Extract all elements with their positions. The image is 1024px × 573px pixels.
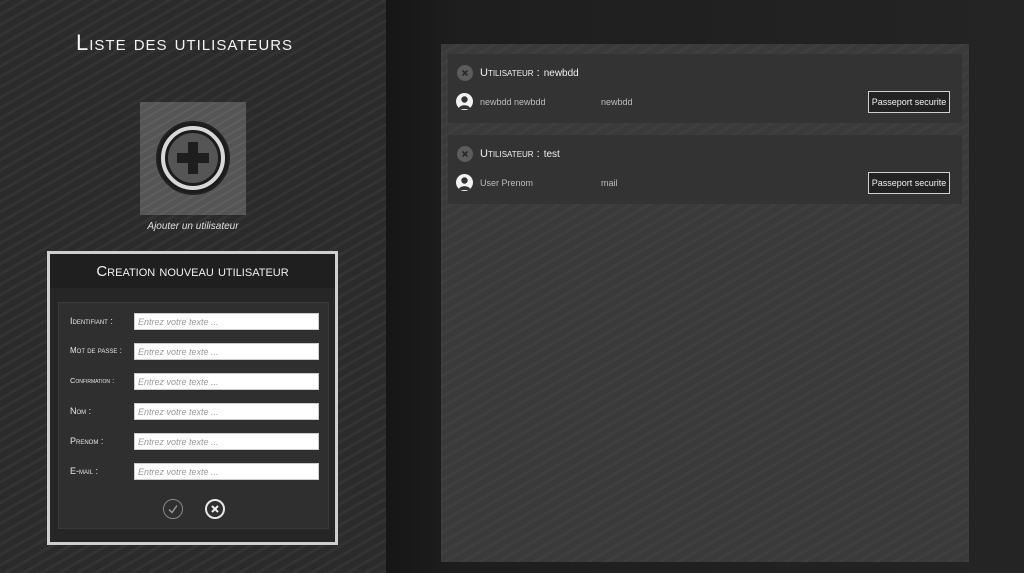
user-card: Utilisateur : newbdd newbdd newbdd newbdd… <box>448 54 962 123</box>
confirmation-input[interactable] <box>134 373 319 390</box>
form-body: Identifiant : Mot de passe : Confirmatio… <box>58 302 329 529</box>
username: test <box>543 149 560 160</box>
form-row-nom: Nom : <box>59 403 330 421</box>
form-row-confirmation: Confirmation : <box>59 373 330 391</box>
security-passport-button[interactable]: Passeport securite <box>868 172 950 194</box>
user-email: mail <box>601 178 618 188</box>
prenom-input[interactable] <box>134 433 319 450</box>
form-row-prenom: Prenom : <box>59 433 330 451</box>
add-user-button[interactable] <box>140 102 246 215</box>
user-list: Utilisateur : newbdd newbdd newbdd newbdd… <box>441 44 969 562</box>
username: newbdd <box>543 68 579 79</box>
form-row-password: Mot de passe : <box>59 343 330 361</box>
user-header-label: Utilisateur : <box>480 67 540 79</box>
delete-user-icon[interactable] <box>457 65 473 81</box>
page-title: Liste des utilisateurs <box>76 30 294 55</box>
nom-input[interactable] <box>134 403 319 420</box>
identifiant-input[interactable] <box>134 313 319 330</box>
prenom-label: Prenom : <box>70 436 104 446</box>
user-email: newbdd <box>601 97 633 107</box>
delete-user-icon[interactable] <box>457 146 473 162</box>
form-title: Creation nouveau utilisateur <box>50 254 335 288</box>
form-row-email: E-mail : <box>59 463 330 481</box>
form-actions <box>163 499 233 523</box>
user-fullname: User Prenom <box>480 178 534 188</box>
email-label: E-mail : <box>70 466 99 476</box>
user-header-label: Utilisateur : <box>480 148 540 160</box>
confirm-button[interactable] <box>163 499 183 519</box>
person-icon <box>456 93 473 110</box>
close-icon <box>211 505 219 513</box>
user-fullname: newbdd newbdd <box>480 97 546 107</box>
check-icon <box>168 505 178 514</box>
create-user-form: Creation nouveau utilisateur Identifiant… <box>47 251 338 545</box>
confirmation-label: Confirmation : <box>70 376 115 385</box>
person-icon <box>456 174 473 191</box>
user-card: Utilisateur : test User Prenom mail Passe… <box>448 135 962 204</box>
security-passport-button[interactable]: Passeport securite <box>868 91 950 113</box>
password-input[interactable] <box>134 343 319 360</box>
password-label: Mot de passe : <box>70 346 122 355</box>
email-input[interactable] <box>134 463 319 480</box>
nom-label: Nom : <box>70 406 92 416</box>
plus-circle-icon <box>156 121 230 195</box>
form-row-identifiant: Identifiant : <box>59 313 330 331</box>
identifiant-label: Identifiant : <box>70 316 113 326</box>
user-header: Utilisateur : newbdd <box>480 67 579 79</box>
add-user-label: Ajouter un utilisateur <box>147 221 239 232</box>
cancel-button[interactable] <box>205 499 225 519</box>
user-header: Utilisateur : test <box>480 148 560 160</box>
